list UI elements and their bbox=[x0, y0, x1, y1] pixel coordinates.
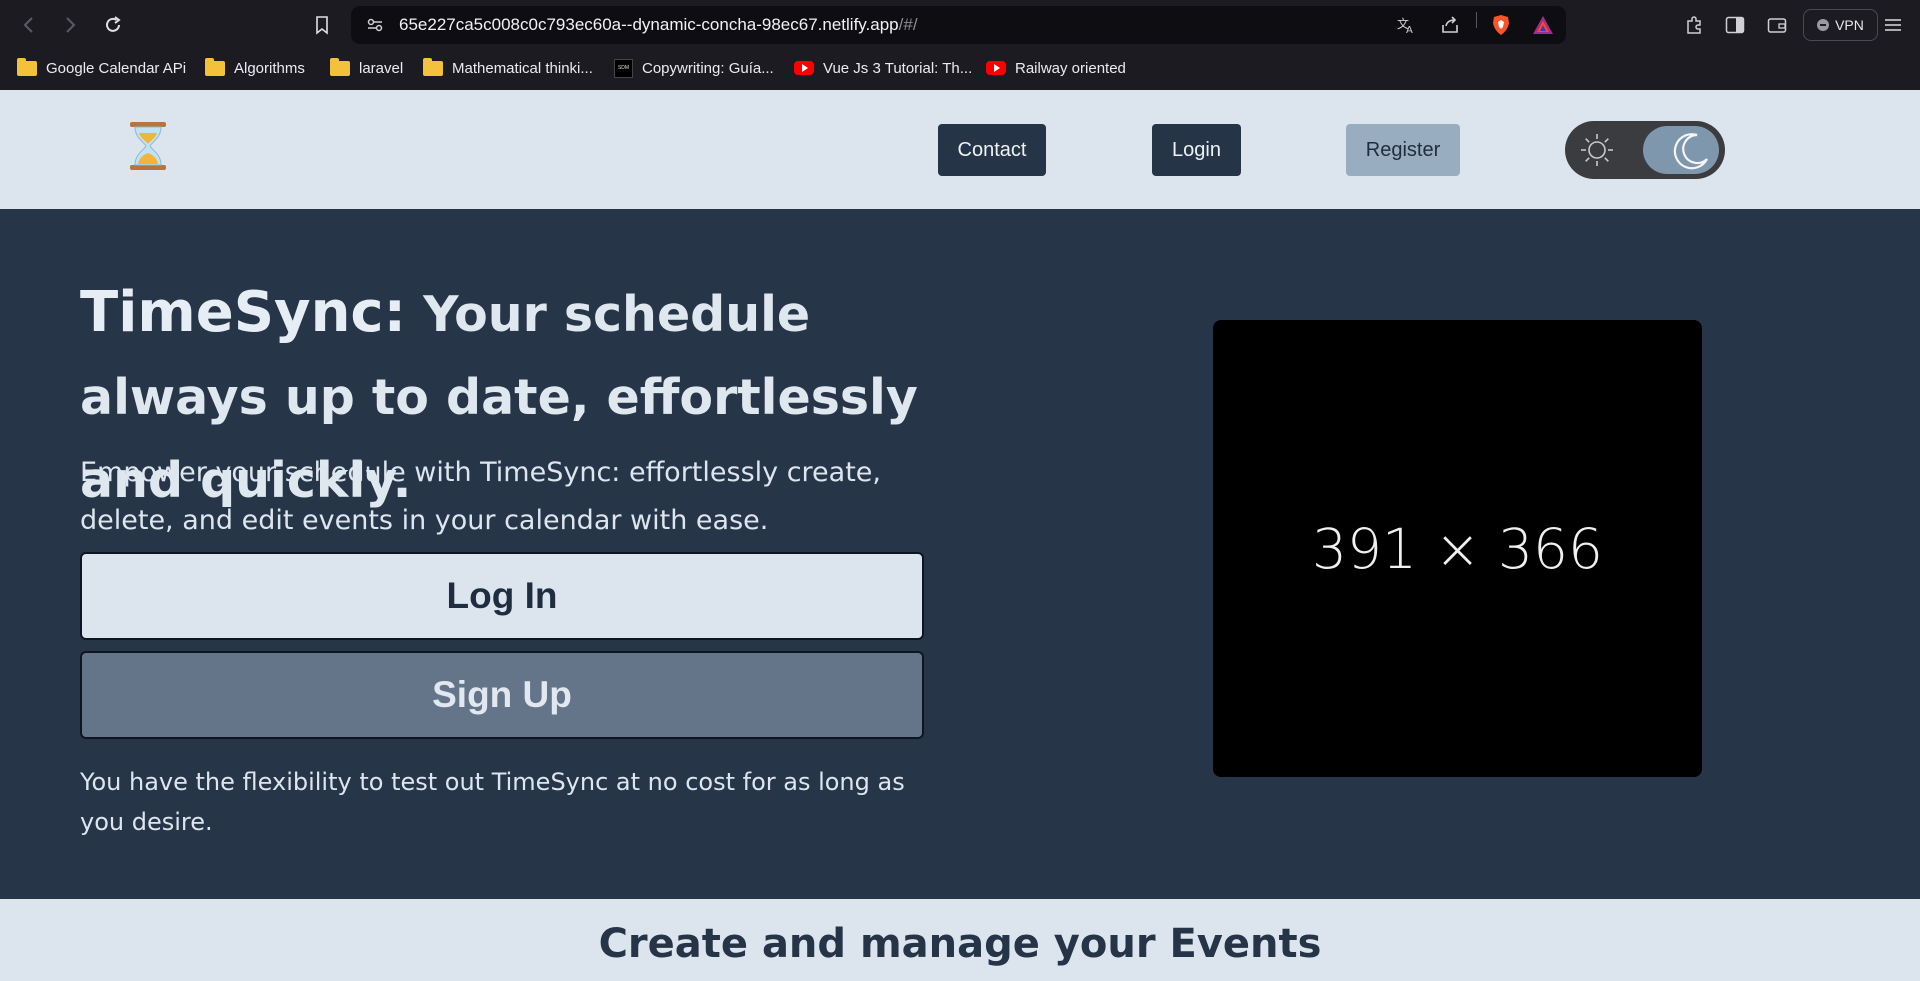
hero-login-button[interactable]: Log In bbox=[80, 552, 924, 640]
features-section: Create and manage your Events bbox=[0, 899, 1920, 981]
wallet-icon[interactable] bbox=[1765, 13, 1789, 37]
brand-name: TimeSync: bbox=[80, 280, 407, 345]
bookmark-label: Algorithms bbox=[234, 59, 305, 77]
login-button[interactable]: Login bbox=[1152, 124, 1241, 176]
folder-icon bbox=[330, 57, 350, 76]
site-info-icon[interactable] bbox=[365, 15, 385, 35]
folder-icon bbox=[423, 57, 443, 76]
url-host: 65e227ca5c008c0c793ec60a--dynamic-concha… bbox=[399, 15, 899, 34]
sidebar-icon[interactable] bbox=[1723, 13, 1747, 37]
free-trial-text: You have the flexibility to test out Tim… bbox=[80, 768, 905, 836]
theme-toggle[interactable] bbox=[1565, 121, 1725, 179]
extensions-icon[interactable] bbox=[1682, 13, 1706, 37]
bookmark-item[interactable]: Mathematical thinki... bbox=[423, 52, 593, 84]
hero-image-placeholder: 391 × 366 bbox=[1213, 320, 1702, 777]
contact-button[interactable]: Contact bbox=[938, 124, 1046, 176]
vpn-status-icon bbox=[1817, 19, 1830, 31]
sun-icon bbox=[1581, 134, 1613, 166]
vpn-label: VPN bbox=[1835, 17, 1864, 33]
address-bar[interactable]: 65e227ca5c008c0c793ec60a--dynamic-concha… bbox=[351, 6, 1566, 44]
brave-rewards-icon[interactable] bbox=[1531, 13, 1555, 37]
register-button[interactable]: Register bbox=[1346, 124, 1460, 176]
bookmark-item[interactable]: Google Calendar APi bbox=[17, 52, 186, 84]
browser-chrome: 65e227ca5c008c0c793ec60a--dynamic-concha… bbox=[0, 0, 1920, 90]
forward-arrow-icon bbox=[66, 17, 76, 33]
hourglass-icon[interactable] bbox=[126, 120, 170, 172]
menu-icon[interactable] bbox=[1881, 13, 1905, 37]
bookmark-label: Vue Js 3 Tutorial: Th... bbox=[823, 59, 973, 77]
brave-shields-icon[interactable] bbox=[1489, 13, 1513, 37]
translate-icon[interactable]: 文A bbox=[1396, 15, 1416, 35]
share-icon[interactable] bbox=[1440, 15, 1460, 35]
reload-icon bbox=[106, 16, 121, 32]
url-path: /#/ bbox=[898, 15, 918, 34]
bookmark-label: Railway oriented bbox=[1015, 59, 1126, 77]
bookmark-label: Copywriting: Guía... bbox=[642, 59, 774, 77]
bookmark-item[interactable]: laravel bbox=[330, 52, 403, 84]
bookmark-label: laravel bbox=[359, 59, 404, 77]
site-favicon-icon: SDM bbox=[614, 58, 633, 78]
browser-toolbar: 65e227ca5c008c0c793ec60a--dynamic-concha… bbox=[0, 0, 1920, 50]
bookmarks-bar: Google Calendar APi Algorithms laravel M… bbox=[0, 52, 1920, 84]
reload-button[interactable] bbox=[101, 13, 125, 37]
bookmark-page-button[interactable] bbox=[310, 13, 334, 37]
bookmark-icon bbox=[316, 16, 328, 35]
bookmark-label: Mathematical thinki... bbox=[452, 59, 593, 77]
bookmark-item[interactable]: SDM Copywriting: Guía... bbox=[614, 52, 774, 84]
vpn-button[interactable]: VPN bbox=[1803, 9, 1878, 41]
bookmark-item[interactable]: Railway oriented bbox=[986, 52, 1126, 84]
bookmark-item[interactable]: Vue Js 3 Tutorial: Th... bbox=[794, 52, 972, 84]
folder-icon bbox=[205, 57, 225, 76]
site-header: Contact Login Register bbox=[0, 90, 1920, 209]
features-title: Create and manage your Events bbox=[598, 921, 1322, 967]
back-button[interactable] bbox=[17, 13, 41, 37]
bookmark-label: Google Calendar APi bbox=[46, 59, 187, 77]
svg-text:A: A bbox=[1406, 25, 1413, 35]
url-text[interactable]: 65e227ca5c008c0c793ec60a--dynamic-concha… bbox=[399, 6, 918, 44]
hero-signup-button[interactable]: Sign Up bbox=[80, 651, 924, 739]
youtube-icon bbox=[794, 61, 814, 75]
folder-icon bbox=[17, 57, 37, 76]
hero-subtext: Empower your schedule with TimeSync: eff… bbox=[80, 457, 881, 536]
back-arrow-icon bbox=[23, 17, 33, 33]
forward-button[interactable] bbox=[58, 13, 82, 37]
moon-icon bbox=[1673, 133, 1708, 170]
bookmark-item[interactable]: Algorithms bbox=[205, 52, 305, 84]
toolbar-divider bbox=[1476, 12, 1477, 28]
hero-section: TimeSync: Your schedule always up to dat… bbox=[0, 209, 1920, 899]
youtube-icon bbox=[986, 61, 1006, 75]
